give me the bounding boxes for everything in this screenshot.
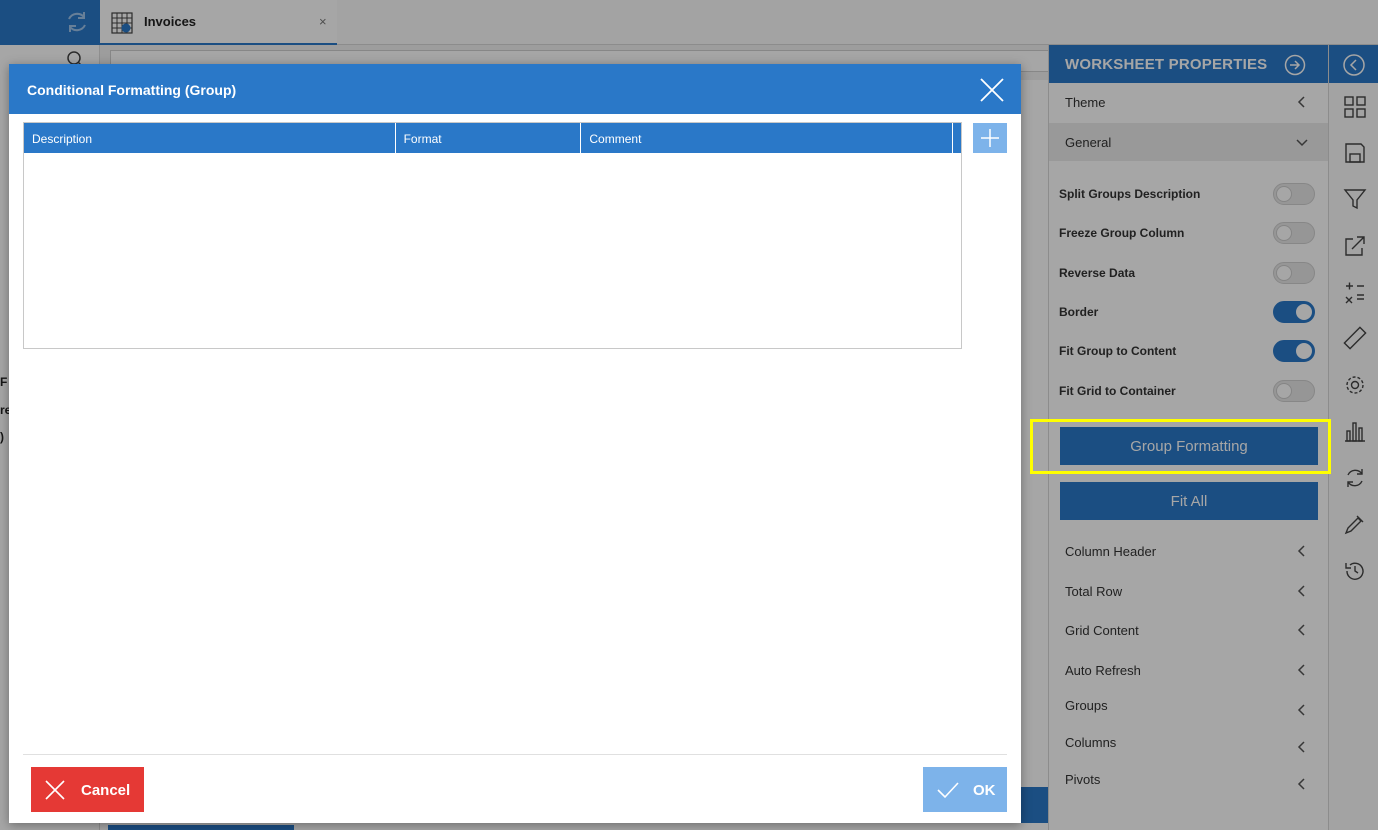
column-header-description[interactable]: Description bbox=[24, 123, 396, 153]
footer-divider bbox=[23, 754, 1007, 755]
cancel-label: Cancel bbox=[81, 782, 131, 799]
column-header-format[interactable]: Format bbox=[396, 123, 582, 153]
conditional-formatting-dialog: Conditional Formatting (Group) Descripti… bbox=[9, 64, 1021, 823]
add-rule-button[interactable] bbox=[973, 123, 1007, 153]
highlight-box bbox=[1030, 419, 1331, 474]
column-header-spacer bbox=[953, 123, 961, 153]
close-icon[interactable] bbox=[979, 77, 1005, 103]
dialog-header: Conditional Formatting (Group) bbox=[9, 64, 1021, 114]
grid-header: Description Format Comment bbox=[24, 123, 961, 153]
dialog-title: Conditional Formatting (Group) bbox=[27, 82, 237, 98]
ok-label: OK bbox=[973, 782, 996, 799]
checkmark-icon bbox=[937, 782, 959, 799]
cancel-button[interactable]: Cancel bbox=[31, 767, 144, 812]
plus-icon bbox=[981, 129, 999, 147]
formatting-rules-grid: Description Format Comment bbox=[23, 122, 962, 349]
ok-button[interactable]: OK bbox=[923, 767, 1007, 812]
close-icon bbox=[45, 780, 65, 800]
column-header-comment[interactable]: Comment bbox=[581, 123, 953, 153]
